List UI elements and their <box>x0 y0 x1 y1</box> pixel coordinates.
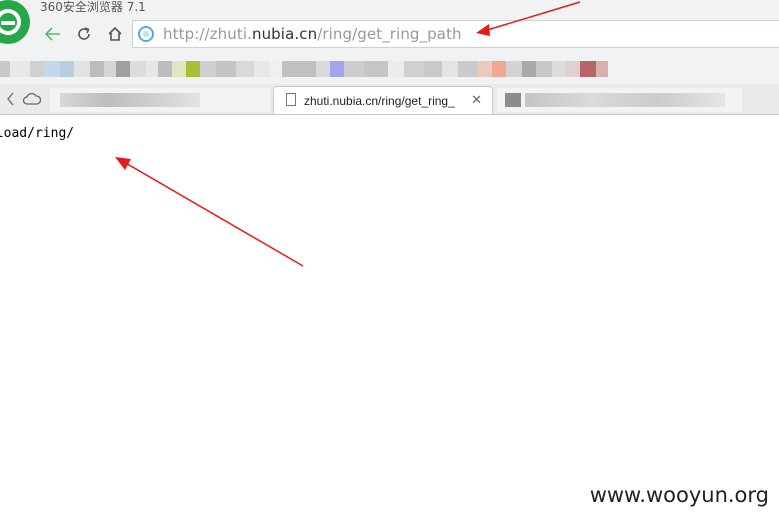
annotation-arrow-line <box>123 161 304 267</box>
annotation-arrowhead <box>476 24 490 36</box>
annotation-arrow-line <box>483 1 581 32</box>
annotation-layer <box>115 1 581 267</box>
annotation-arrowhead <box>115 157 131 170</box>
watermark: www.wooyun.org <box>589 483 769 507</box>
